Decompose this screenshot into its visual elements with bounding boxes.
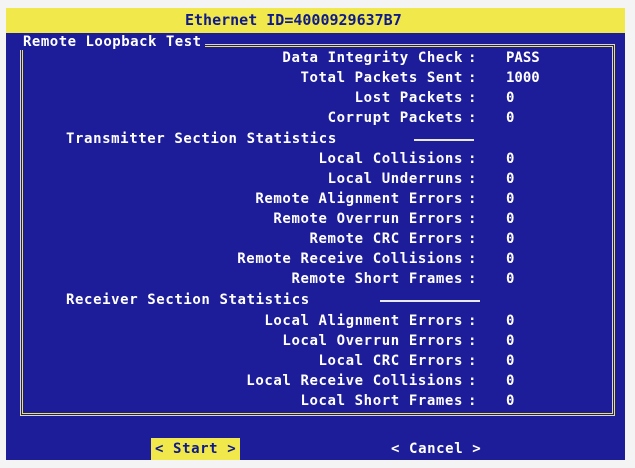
stat-row-local-underruns: Local Underruns : 0 <box>6 169 625 189</box>
stat-label: Remote Short Frames <box>291 271 463 287</box>
colon: : <box>468 353 477 369</box>
stat-row-remote-receive-collisions: Remote Receive Collisions : 0 <box>6 249 625 269</box>
start-button[interactable]: < Start > <box>151 438 241 460</box>
stat-value: 0 <box>506 353 515 369</box>
stat-value: 0 <box>506 333 515 349</box>
stat-label: Remote CRC Errors <box>309 231 463 247</box>
transmitter-section-heading: Transmitter Section Statistics <box>66 131 337 147</box>
stat-row-local-short-frames: Local Short Frames : 0 <box>6 391 625 411</box>
stat-row-remote-short-frames: Remote Short Frames : 0 <box>6 269 625 289</box>
stat-label: Local Receive Collisions <box>246 373 463 389</box>
stat-row-remote-crc-errors: Remote CRC Errors : 0 <box>6 229 625 249</box>
stat-label: Remote Overrun Errors <box>273 211 463 227</box>
section-divider <box>380 300 480 302</box>
stat-row-corrupt-packets: Corrupt Packets : 0 <box>6 108 625 128</box>
stat-label: Total Packets Sent <box>300 70 463 86</box>
colon: : <box>468 313 477 329</box>
colon: : <box>468 211 477 227</box>
stat-value: 0 <box>506 271 515 287</box>
colon: : <box>468 373 477 389</box>
stat-label: Data Integrity Check <box>282 50 463 66</box>
stat-row-remote-alignment-errors: Remote Alignment Errors : 0 <box>6 189 625 209</box>
stat-label: Local Overrun Errors <box>282 333 463 349</box>
stat-label: Remote Alignment Errors <box>255 191 463 207</box>
title-bar: Ethernet ID=4000929637B7 <box>6 8 625 33</box>
stat-label: Local Collisions <box>318 151 463 167</box>
stat-value: 0 <box>506 231 515 247</box>
stat-value: 0 <box>506 251 515 267</box>
stat-label: Local Alignment Errors <box>264 313 463 329</box>
stat-row-total-packets: Total Packets Sent : 1000 <box>6 68 625 88</box>
stat-value: 0 <box>506 211 515 227</box>
dos-screen: Ethernet ID=4000929637B7 Remote Loopback… <box>6 8 625 460</box>
stat-label: Local Underruns <box>327 171 463 187</box>
stat-row-remote-overrun-errors: Remote Overrun Errors : 0 <box>6 209 625 229</box>
colon: : <box>468 191 477 207</box>
stat-value: 0 <box>506 393 515 409</box>
stat-row-local-alignment-errors: Local Alignment Errors : 0 <box>6 311 625 331</box>
colon: : <box>468 70 477 86</box>
colon: : <box>468 393 477 409</box>
stat-label: Local Short Frames <box>300 393 463 409</box>
colon: : <box>468 333 477 349</box>
stat-value: PASS <box>506 50 540 66</box>
receiver-section-heading: Receiver Section Statistics <box>66 292 310 308</box>
stat-value: 0 <box>506 373 515 389</box>
stat-row-local-overrun-errors: Local Overrun Errors : 0 <box>6 331 625 351</box>
cancel-button[interactable]: < Cancel > <box>391 438 481 460</box>
stat-row-local-crc-errors: Local CRC Errors : 0 <box>6 351 625 371</box>
stat-value: 0 <box>506 313 515 329</box>
colon: : <box>468 271 477 287</box>
stat-value: 0 <box>506 171 515 187</box>
colon: : <box>468 50 477 66</box>
window-title: Ethernet ID=4000929637B7 <box>185 11 402 29</box>
stat-value: 0 <box>506 110 515 126</box>
colon: : <box>468 90 477 106</box>
stat-label: Local CRC Errors <box>318 353 463 369</box>
colon: : <box>468 251 477 267</box>
stat-value: 0 <box>506 151 515 167</box>
colon: : <box>468 231 477 247</box>
stat-row-local-collisions: Local Collisions : 0 <box>6 149 625 169</box>
stat-row-data-integrity: Data Integrity Check : PASS <box>6 48 625 68</box>
stat-value: 0 <box>506 191 515 207</box>
stat-label: Corrupt Packets <box>327 110 463 126</box>
stat-value: 0 <box>506 90 515 106</box>
stat-value: 1000 <box>506 70 540 86</box>
colon: : <box>468 110 477 126</box>
colon: : <box>468 151 477 167</box>
stat-label: Remote Receive Collisions <box>237 251 463 267</box>
stat-row-local-receive-collisions: Local Receive Collisions : 0 <box>6 371 625 391</box>
section-divider <box>414 139 474 141</box>
colon: : <box>468 171 477 187</box>
stat-label: Lost Packets <box>354 90 463 106</box>
stat-row-lost-packets: Lost Packets : 0 <box>6 88 625 108</box>
